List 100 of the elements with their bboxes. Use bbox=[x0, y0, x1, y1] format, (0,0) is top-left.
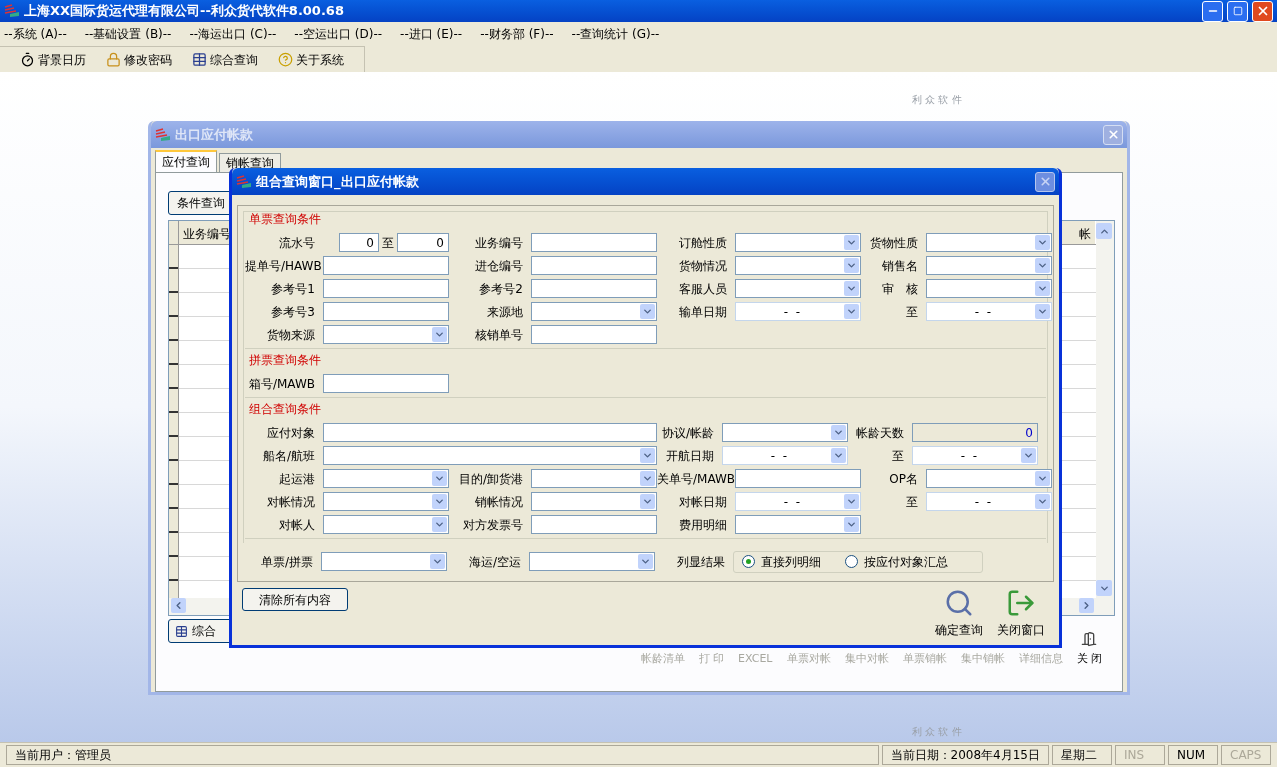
lock-icon bbox=[106, 52, 121, 67]
field-label: 单票/拼票 bbox=[259, 553, 314, 571]
field-label: 应付对象 bbox=[266, 424, 316, 442]
dropdown[interactable] bbox=[323, 515, 449, 534]
field-label: 对帐情况 bbox=[266, 493, 316, 511]
field-label: 对方发票号 bbox=[462, 516, 524, 534]
dropdown[interactable] bbox=[323, 446, 657, 465]
key-indicator: INS bbox=[1115, 745, 1165, 765]
vertical-scrollbar[interactable] bbox=[1096, 221, 1114, 598]
dropdown[interactable] bbox=[926, 469, 1052, 488]
menu-item[interactable]: --海运出口 (C)-- bbox=[189, 25, 277, 43]
dropdown[interactable] bbox=[323, 325, 449, 344]
menu-item[interactable]: --基础设置 (B)-- bbox=[84, 25, 172, 43]
toolbar-button[interactable]: 修改密码 bbox=[98, 50, 180, 69]
date-picker[interactable]: - - bbox=[722, 446, 848, 465]
dropdown[interactable] bbox=[926, 233, 1052, 252]
date-picker[interactable]: - - bbox=[735, 302, 861, 321]
dropdown[interactable] bbox=[735, 233, 861, 252]
text-field[interactable] bbox=[323, 374, 449, 393]
field-label: 销帐情况 bbox=[474, 493, 524, 511]
field-label: 业务编号 bbox=[474, 234, 524, 252]
section-title: 组合查询条件 bbox=[249, 401, 322, 418]
menu-item[interactable]: --系统 (A)-- bbox=[4, 25, 67, 43]
dropdown[interactable] bbox=[531, 302, 657, 321]
dropdown[interactable] bbox=[323, 469, 449, 488]
dropdown[interactable] bbox=[529, 552, 655, 571]
field-label: 货物来源 bbox=[266, 326, 316, 344]
text-field[interactable] bbox=[323, 256, 449, 275]
toolbar-button[interactable]: 关于系统 bbox=[270, 50, 352, 69]
dropdown[interactable] bbox=[323, 492, 449, 511]
date-picker[interactable]: - - bbox=[926, 302, 1052, 321]
field-label: 帐龄天数 bbox=[855, 424, 905, 442]
menu-item[interactable]: --空运出口 (D)-- bbox=[294, 25, 383, 43]
text-field[interactable] bbox=[531, 325, 657, 344]
key-indicator: CAPS bbox=[1221, 745, 1271, 765]
radio-button[interactable] bbox=[845, 555, 858, 568]
app-logo-icon bbox=[236, 174, 252, 189]
restore-icon bbox=[1232, 6, 1243, 16]
dropdown[interactable] bbox=[735, 515, 861, 534]
icon-button[interactable]: 确定查询 bbox=[935, 588, 983, 639]
text-field[interactable] bbox=[323, 423, 657, 442]
menu-item[interactable]: --进口 (E)-- bbox=[400, 25, 463, 43]
icon-button[interactable]: 关闭窗口 bbox=[997, 588, 1045, 639]
radio-option[interactable]: 按应付对象汇总 bbox=[845, 552, 948, 571]
dropdown[interactable] bbox=[531, 469, 657, 488]
text-field[interactable] bbox=[323, 279, 449, 298]
text-field[interactable] bbox=[531, 233, 657, 252]
field-label: 对帐人 bbox=[278, 516, 316, 534]
dropdown[interactable] bbox=[926, 256, 1052, 275]
action-button[interactable]: 关 闭 bbox=[1076, 631, 1102, 668]
column-header[interactable]: 帐 bbox=[1075, 221, 1095, 244]
toolbar-button[interactable]: 背景日历 bbox=[12, 50, 94, 69]
field-label: 销售名 bbox=[881, 257, 919, 275]
field-label: 船名/航班 bbox=[261, 447, 316, 465]
field-label: 来源地 bbox=[486, 303, 524, 321]
dropdown[interactable] bbox=[926, 279, 1052, 298]
text-field[interactable] bbox=[531, 256, 657, 275]
number-field: 0 bbox=[912, 423, 1038, 442]
number-field[interactable]: 0 bbox=[339, 233, 379, 252]
text-field[interactable] bbox=[531, 515, 657, 534]
text-field[interactable] bbox=[323, 302, 449, 321]
brand-caption: 利 众 软 件 bbox=[912, 725, 962, 739]
toolbar-button[interactable]: 综合查询 bbox=[184, 50, 266, 69]
scroll-down-icon bbox=[1096, 580, 1112, 596]
dropdown[interactable] bbox=[531, 492, 657, 511]
field-label: 参考号2 bbox=[478, 280, 524, 298]
dropdown[interactable] bbox=[321, 552, 447, 571]
date-picker[interactable]: - - bbox=[735, 492, 861, 511]
field-label: 海运/空运 bbox=[467, 553, 522, 571]
radio-button[interactable] bbox=[742, 555, 755, 568]
dropdown[interactable] bbox=[722, 423, 848, 442]
field-label: 至 bbox=[905, 493, 919, 511]
restore-button[interactable] bbox=[1227, 0, 1248, 22]
menu-item[interactable]: --查询统计 (G)-- bbox=[571, 25, 660, 43]
dialog-title: 组合查询窗口_出口应付帐款 bbox=[256, 172, 420, 192]
close-button[interactable] bbox=[1035, 171, 1055, 192]
scroll-left-icon bbox=[171, 598, 186, 613]
date-picker[interactable]: - - bbox=[912, 446, 1038, 465]
dropdown[interactable] bbox=[735, 279, 861, 298]
app-logo-icon bbox=[4, 4, 20, 18]
field-label: 审 核 bbox=[881, 280, 919, 298]
dropdown[interactable] bbox=[735, 256, 861, 275]
close-icon bbox=[1106, 128, 1120, 141]
minimize-button[interactable] bbox=[1202, 0, 1223, 22]
scroll-right-icon bbox=[1079, 598, 1094, 613]
tab[interactable]: 应付查询 bbox=[155, 150, 217, 172]
field-label: 开航日期 bbox=[665, 447, 715, 465]
brand-caption: 利 众 软 件 bbox=[912, 93, 962, 107]
field-label: 起运港 bbox=[278, 470, 316, 488]
radio-option[interactable]: 直接列明细 bbox=[742, 552, 821, 571]
number-field[interactable]: 0 bbox=[397, 233, 449, 252]
menu-item[interactable]: --财务部 (F)-- bbox=[480, 25, 554, 43]
door-exit-icon bbox=[1006, 588, 1036, 618]
date-picker[interactable]: - - bbox=[926, 492, 1052, 511]
clear-button[interactable]: 清除所有内容 bbox=[242, 588, 348, 611]
status-text: 星期二 bbox=[1052, 745, 1112, 765]
text-field[interactable] bbox=[531, 279, 657, 298]
text-field[interactable] bbox=[735, 469, 861, 488]
field-label: 客服人员 bbox=[678, 280, 728, 298]
close-icon bbox=[1038, 175, 1052, 188]
